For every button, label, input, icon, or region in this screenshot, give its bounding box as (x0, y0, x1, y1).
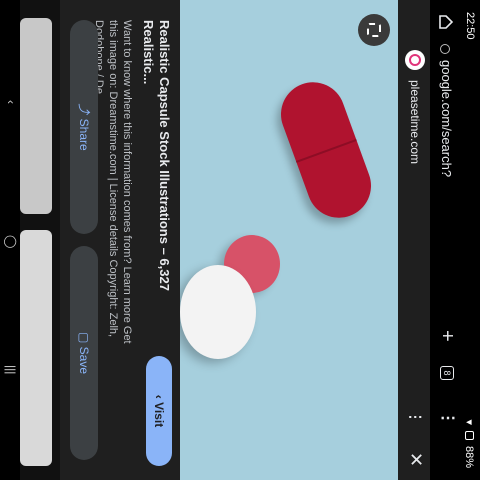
result-description: Want to know where this information come… (93, 20, 133, 344)
tab-switcher-icon[interactable]: 8 (440, 366, 454, 380)
url-bar[interactable]: google.com/search? (436, 44, 454, 344)
wifi-icon: ▾ (463, 419, 475, 425)
phone-screen: 22:50 ▾ 88% google.com/search? + 8 ⋯ ple… (0, 0, 480, 480)
source-site[interactable]: pleasetime.com (408, 80, 422, 164)
visit-button[interactable]: ‹ Visit (146, 356, 172, 466)
result-info: Realistic Capsule Stock Illustrations – … (60, 0, 180, 480)
browser-toolbar: google.com/search? + 8 ⋯ (430, 0, 460, 480)
chevron-right-icon: ‹ (152, 394, 166, 403)
battery-icon (465, 430, 474, 440)
more-icon[interactable]: ⋮ (407, 410, 424, 424)
status-right: ▾ 88% (463, 419, 476, 468)
result-title[interactable]: Realistic Capsule Stock Illustrations – … (140, 20, 172, 330)
save-label: Save (77, 346, 91, 375)
white-tablet (180, 265, 256, 359)
action-buttons: ⤴ Share ▢ Save (68, 20, 98, 460)
more-vert-icon[interactable]: ⋯ (442, 408, 456, 427)
home-icon[interactable] (438, 14, 454, 30)
related-images (20, 0, 60, 480)
battery-percent: 88% (463, 445, 476, 468)
system-nav-bar: ‹ ◯ ||| (0, 0, 20, 480)
plus-icon[interactable]: + (435, 330, 458, 342)
save-button[interactable]: ▢ Save (70, 246, 98, 460)
recents-icon[interactable]: ||| (4, 365, 18, 374)
home-nav-icon[interactable]: ◯ (4, 235, 18, 248)
related-thumb[interactable] (20, 230, 52, 466)
preview-image[interactable] (180, 0, 398, 480)
status-bar: 22:50 ▾ 88% (460, 0, 480, 480)
status-time: 22:50 (464, 12, 476, 40)
share-label: Share (77, 118, 91, 151)
capsule-pill (271, 73, 381, 227)
share-icon: ⤴ (77, 103, 91, 119)
site-info-icon[interactable] (440, 44, 451, 54)
close-icon[interactable]: ✕ (405, 452, 426, 467)
related-thumb[interactable] (20, 18, 52, 214)
bookmark-icon: ▢ (77, 331, 91, 347)
visit-label: Visit (152, 402, 166, 428)
share-button[interactable]: ⤴ Share (70, 20, 98, 234)
source-row: pleasetime.com ⋮ ✕ (398, 0, 430, 480)
site-logo (405, 50, 425, 70)
back-icon[interactable]: ‹ (4, 100, 18, 104)
lens-icon[interactable] (358, 14, 390, 46)
url-text: google.com/search? (439, 60, 454, 178)
